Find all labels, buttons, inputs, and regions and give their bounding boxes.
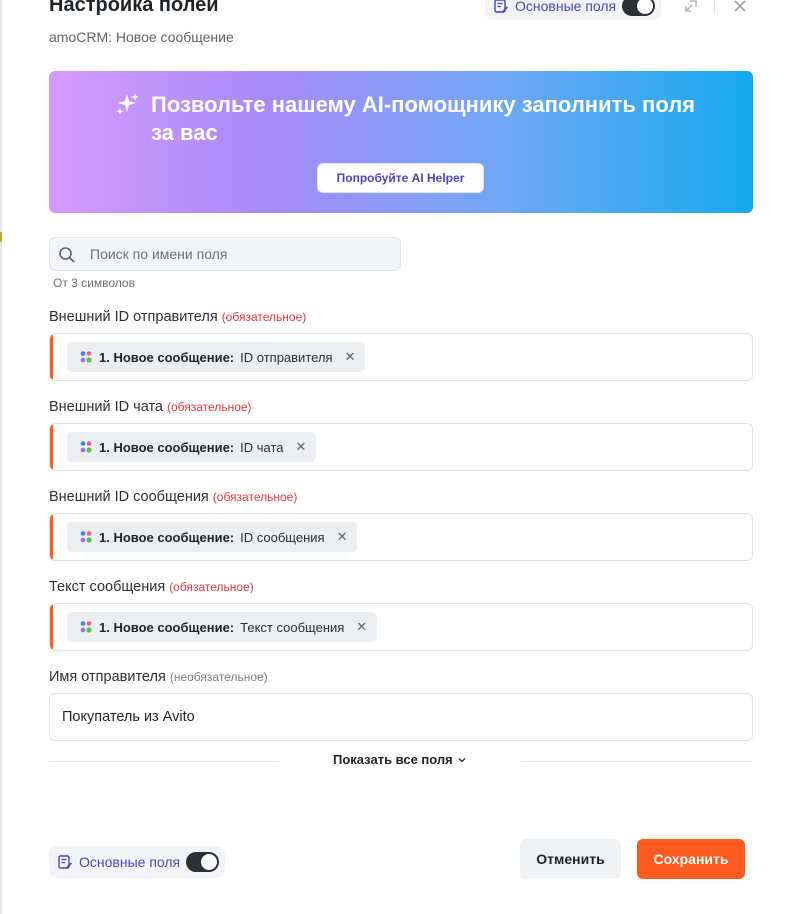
remove-chip-icon[interactable]: ✕	[345, 349, 356, 365]
show-all-fields-label: Показать все поля	[333, 752, 453, 767]
field-input-sender-name[interactable]: Покупатель из Avito	[49, 693, 753, 741]
switch-knob	[201, 854, 218, 870]
chip-value: ID сообщения	[240, 529, 325, 545]
required-indicator	[50, 334, 53, 380]
divider-left	[49, 761, 279, 762]
page-title: Настройка полей	[49, 0, 219, 16]
show-all-fields-row: Показать все поля	[49, 752, 753, 772]
basic-fields-toggle-footer[interactable]: Основные поля	[49, 846, 226, 878]
show-all-fields-button[interactable]: Показать все поля	[333, 752, 467, 767]
required-indicator	[50, 424, 53, 470]
field-label-text: Текст сообщения	[49, 579, 166, 595]
search-input[interactable]	[90, 238, 390, 270]
field-label-message-text: Текст сообщения (обязательное)	[49, 578, 254, 596]
chip-source: 1. Новое сообщение:	[99, 349, 235, 365]
chip-value: ID чата	[240, 439, 284, 455]
field-label-chat-id: Внешний ID чата (обязательное)	[49, 398, 252, 416]
collapse-icon	[685, 0, 697, 12]
amocrm-app-icon	[80, 531, 92, 543]
field-input-message-text[interactable]: 1. Новое сообщение: Текст сообщения ✕	[49, 603, 753, 651]
field-label-sender-id: Внешний ID отправителя (обязательное)	[49, 308, 306, 326]
basic-fields-label: Основные поля	[515, 0, 617, 14]
chip-source: 1. Новое сообщение:	[99, 529, 235, 545]
left-edge-divider	[0, 0, 2, 914]
required-tag: (обязательное)	[221, 310, 307, 324]
remove-chip-icon[interactable]: ✕	[356, 619, 367, 635]
remove-chip-icon[interactable]: ✕	[296, 439, 307, 455]
required-indicator	[50, 604, 53, 650]
optional-tag: (необязательное)	[169, 670, 268, 684]
search-icon	[59, 247, 75, 263]
mapped-value-chip[interactable]: 1. Новое сообщение: ID отправителя ✕	[67, 342, 366, 372]
basic-fields-label: Основные поля	[79, 854, 181, 870]
mapped-value-chip[interactable]: 1. Новое сообщение: ID сообщения ✕	[67, 522, 358, 552]
field-input-sender-id[interactable]: 1. Новое сообщение: ID отправителя ✕	[49, 333, 753, 381]
chevron-down-icon	[458, 757, 466, 762]
field-label-sender-name: Имя отправителя (необязательное)	[49, 668, 268, 686]
chip-value: ID отправителя	[240, 349, 333, 365]
cancel-button[interactable]: Отменить	[520, 839, 621, 879]
ai-banner-title: Позвольте нашему AI-помощнику заполнить …	[151, 92, 696, 145]
search-hint: От 3 символов	[53, 276, 135, 290]
divider-right	[522, 761, 753, 762]
required-tag: (обязательное)	[212, 490, 298, 504]
save-button[interactable]: Сохранить	[637, 839, 745, 879]
try-ai-helper-button[interactable]: Попробуйте AI Helper	[317, 163, 484, 193]
field-label-text: Внешний ID сообщения	[49, 489, 209, 505]
required-indicator	[50, 514, 53, 560]
basic-fields-switch[interactable]	[186, 852, 220, 872]
required-tag: (обязательное)	[166, 400, 252, 414]
field-label-text: Внешний ID отправителя	[49, 309, 218, 325]
header-divider	[714, 0, 715, 14]
list-edit-icon	[58, 855, 73, 869]
basic-fields-toggle-header[interactable]: Основные поля	[485, 0, 662, 20]
ai-helper-banner: Позвольте нашему AI-помощнику заполнить …	[49, 71, 753, 213]
page-subtitle: amoCRM: Новое сообщение	[49, 29, 234, 45]
amocrm-app-icon	[80, 441, 92, 453]
left-edge-marker	[0, 232, 2, 242]
basic-fields-switch[interactable]	[622, 0, 656, 16]
list-edit-icon	[494, 0, 509, 13]
close-icon	[734, 0, 746, 12]
chip-value: Текст сообщения	[240, 619, 345, 635]
chip-source: 1. Новое сообщение:	[99, 439, 235, 455]
amocrm-app-icon	[80, 351, 92, 363]
field-label-message-id: Внешний ID сообщения (обязательное)	[49, 488, 297, 506]
field-label-text: Имя отправителя	[49, 669, 166, 685]
panel-header: Настройка полей amoCRM: Новое сообщение …	[49, 0, 759, 52]
field-search	[49, 237, 401, 271]
field-input-chat-id[interactable]: 1. Новое сообщение: ID чата ✕	[49, 423, 753, 471]
collapse-button[interactable]	[679, 0, 703, 18]
mapped-value-chip[interactable]: 1. Новое сообщение: Текст сообщения ✕	[67, 612, 378, 642]
required-tag: (обязательное)	[169, 580, 254, 594]
field-value-text: Покупатель из Avito	[62, 709, 195, 725]
sparkle-icon	[116, 93, 139, 115]
close-button[interactable]	[728, 0, 752, 18]
chip-source: 1. Новое сообщение:	[99, 619, 235, 635]
switch-knob	[637, 0, 654, 14]
field-label-text: Внешний ID чата	[49, 399, 163, 415]
field-input-message-id[interactable]: 1. Новое сообщение: ID сообщения ✕	[49, 513, 753, 561]
remove-chip-icon[interactable]: ✕	[337, 529, 348, 545]
mapped-value-chip[interactable]: 1. Новое сообщение: ID чата ✕	[67, 432, 317, 462]
amocrm-app-icon	[80, 621, 92, 633]
